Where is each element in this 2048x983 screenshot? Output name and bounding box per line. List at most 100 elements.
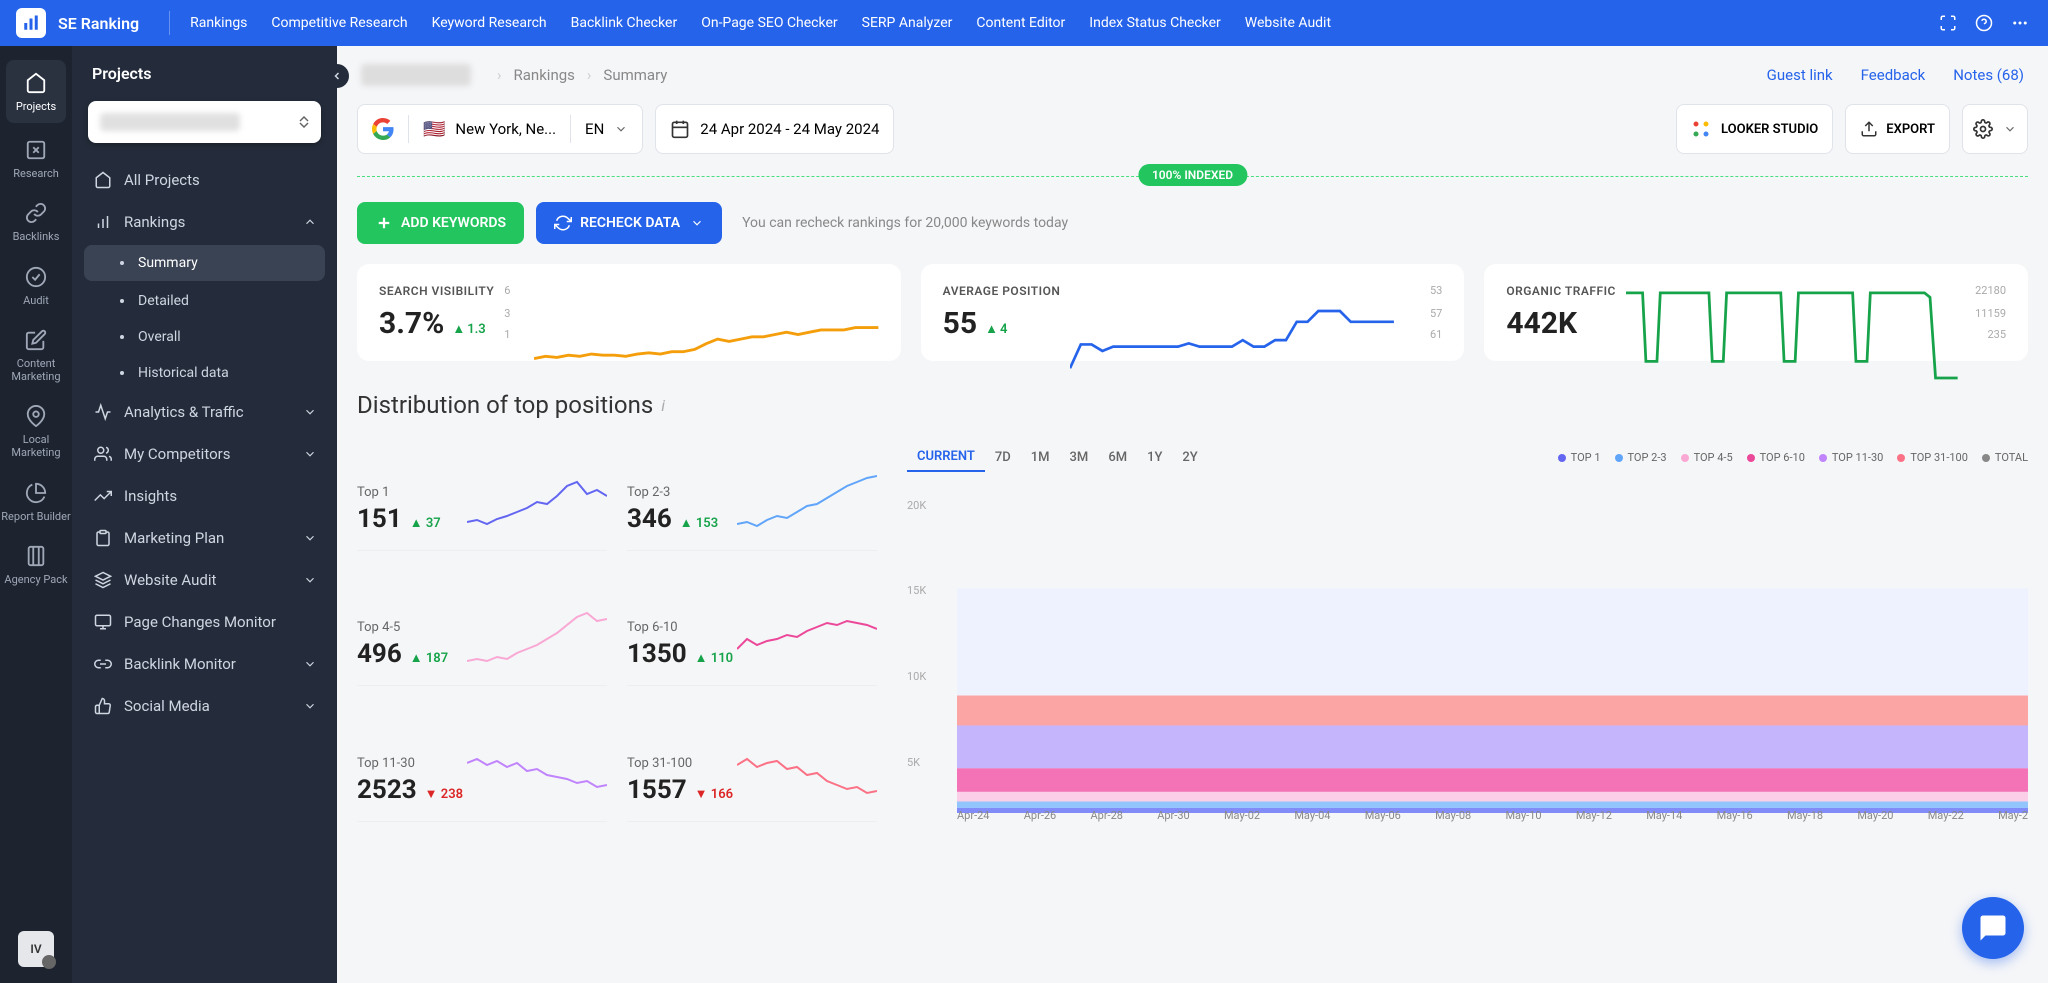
feedback-link[interactable]: Feedback — [1861, 66, 1926, 84]
dist-tab-7d[interactable]: 7D — [985, 444, 1021, 471]
sidebar-item-backlink-monitor[interactable]: Backlink Monitor — [72, 643, 337, 685]
help-icon[interactable] — [1972, 11, 1996, 35]
dist-mini-top1[interactable]: Top 1 151▲ 37 — [357, 443, 607, 551]
nav-rankings[interactable]: Rankings — [190, 15, 247, 31]
kpi-value: 442K — [1506, 306, 1577, 341]
export-button[interactable]: EXPORT — [1845, 104, 1950, 154]
dist-mini-top11-30[interactable]: Top 11-30 2523▼ 238 — [357, 714, 607, 822]
sidebar-item-marketing-plan[interactable]: Marketing Plan — [72, 517, 337, 559]
avatar[interactable]: IV — [18, 931, 54, 967]
notes-link[interactable]: Notes (68) — [1953, 66, 2024, 84]
sidebar-item-all-projects[interactable]: All Projects — [72, 159, 337, 201]
info-icon[interactable]: i — [661, 396, 665, 415]
brand-name: SE Ranking — [58, 14, 139, 33]
date-range-selector[interactable]: 24 Apr 2024 - 24 May 2024 — [655, 104, 894, 154]
legend-item[interactable]: TOP 31-100 — [1897, 451, 1968, 464]
legend-item[interactable]: TOP 2-3 — [1615, 451, 1667, 464]
sidebar-item-rankings[interactable]: Rankings — [72, 201, 337, 243]
dist-tab-6m[interactable]: 6M — [1098, 444, 1137, 471]
dist-mini-top31-100[interactable]: Top 31-100 1557▼ 166 — [627, 714, 877, 822]
settings-button[interactable] — [1962, 104, 2028, 154]
sidebar-sub-detailed[interactable]: Detailed — [72, 283, 337, 319]
collapse-sidebar-button[interactable] — [325, 64, 349, 88]
location-text: New York, Ne... — [455, 120, 556, 138]
chat-button[interactable] — [1962, 897, 2024, 959]
breadcrumb-rankings[interactable]: Rankings — [514, 66, 575, 84]
sidebar-item-analytics[interactable]: Analytics & Traffic — [72, 391, 337, 433]
chevron-down-icon — [303, 447, 317, 461]
clipboard-icon — [92, 529, 114, 547]
bars-icon — [92, 213, 114, 231]
rail-report[interactable]: Report Builder — [0, 470, 72, 533]
sidebar-item-competitors[interactable]: My Competitors — [72, 433, 337, 475]
dist-mini-top4-5[interactable]: Top 4-5 496▲ 187 — [357, 579, 607, 687]
nav-onpage[interactable]: On-Page SEO Checker — [701, 15, 837, 31]
dist-tab-1y[interactable]: 1Y — [1137, 444, 1172, 471]
rail-content[interactable]: Content Marketing — [0, 317, 72, 393]
sidebar-item-insights[interactable]: Insights — [72, 475, 337, 517]
guest-link[interactable]: Guest link — [1767, 66, 1833, 84]
nav-index[interactable]: Index Status Checker — [1089, 15, 1220, 31]
rail-audit[interactable]: Audit — [0, 254, 72, 317]
dist-tab-current[interactable]: CURRENT — [907, 443, 985, 472]
legend-item[interactable]: TOP 4-5 — [1681, 451, 1733, 464]
looker-studio-button[interactable]: LOOKER STUDIO — [1676, 104, 1833, 154]
sidebar-item-label: Page Changes Monitor — [124, 613, 276, 631]
dist-tab-2y[interactable]: 2Y — [1172, 444, 1207, 471]
rail-projects[interactable]: Projects — [6, 60, 66, 123]
sidebar-item-label: My Competitors — [124, 445, 230, 463]
sidebar-sub-overall[interactable]: Overall — [72, 319, 337, 355]
sidebar-item-social[interactable]: Social Media — [72, 685, 337, 727]
legend-item[interactable]: TOTAL — [1982, 451, 2028, 464]
mini-value: 2523 — [357, 775, 417, 805]
add-keywords-button[interactable]: ADD KEYWORDS — [357, 202, 524, 244]
export-label: EXPORT — [1886, 122, 1935, 137]
sidebar-sub-historical[interactable]: Historical data — [72, 355, 337, 391]
mini-label: Top 31-100 — [627, 756, 737, 771]
chevron-right-icon: › — [587, 66, 592, 84]
rail-local[interactable]: Local Marketing — [0, 393, 72, 469]
logo[interactable] — [16, 8, 46, 38]
rail-backlinks[interactable]: Backlinks — [0, 190, 72, 253]
project-selector[interactable] — [88, 101, 321, 143]
rail-research[interactable]: Research — [0, 127, 72, 190]
mini-value: 1350 — [627, 639, 687, 669]
recheck-data-button[interactable]: RECHECK DATA — [536, 202, 722, 244]
nav-serp[interactable]: SERP Analyzer — [862, 15, 953, 31]
dist-tab-1m[interactable]: 1M — [1021, 444, 1060, 471]
legend-item[interactable]: TOP 6-10 — [1747, 451, 1805, 464]
dist-mini-top6-10[interactable]: Top 6-10 1350▲ 110 — [627, 579, 877, 687]
nav-competitive[interactable]: Competitive Research — [271, 15, 407, 31]
expand-icon[interactable] — [1936, 11, 1960, 35]
dist-tab-3m[interactable]: 3M — [1060, 444, 1099, 471]
dist-mini-top2-3[interactable]: Top 2-3 346▲ 153 — [627, 443, 877, 551]
nav-content[interactable]: Content Editor — [976, 15, 1065, 31]
sidebar-sub-summary[interactable]: Summary — [84, 245, 325, 281]
thumbs-up-icon — [92, 697, 114, 715]
search-engine-selector[interactable]: 🇺🇸 New York, Ne... EN — [357, 104, 643, 154]
main-content: › Rankings › Summary Guest link Feedback… — [337, 46, 2048, 983]
kpi-delta: ▲ 4 — [985, 321, 1007, 337]
chevron-up-icon — [303, 215, 317, 229]
sidebar-item-website-audit[interactable]: Website Audit — [72, 559, 337, 601]
chevron-down-icon — [303, 657, 317, 671]
nav-audit[interactable]: Website Audit — [1245, 15, 1331, 31]
stacked-area-chart — [957, 492, 2028, 813]
rail-agency[interactable]: Agency Pack — [0, 533, 72, 596]
sidebar-item-label: Backlink Monitor — [124, 655, 236, 673]
nav-backlink[interactable]: Backlink Checker — [571, 15, 678, 31]
rail-label: Research — [13, 167, 59, 180]
mini-label: Top 4-5 — [357, 620, 467, 635]
upload-icon — [1860, 120, 1878, 138]
rail-label: Audit — [23, 294, 49, 307]
legend-item[interactable]: TOP 1 — [1558, 451, 1601, 464]
nav-keyword[interactable]: Keyword Research — [432, 15, 547, 31]
sidebar-item-page-changes[interactable]: Page Changes Monitor — [72, 601, 337, 643]
legend-item[interactable]: TOP 11-30 — [1819, 451, 1883, 464]
distribution-title: Distribution of top positions i — [357, 391, 2028, 419]
more-icon[interactable] — [2008, 11, 2032, 35]
google-icon — [372, 118, 394, 140]
users-icon — [92, 445, 114, 463]
mini-delta: ▲ 37 — [410, 515, 441, 531]
axis-label: 53 — [1398, 284, 1442, 297]
